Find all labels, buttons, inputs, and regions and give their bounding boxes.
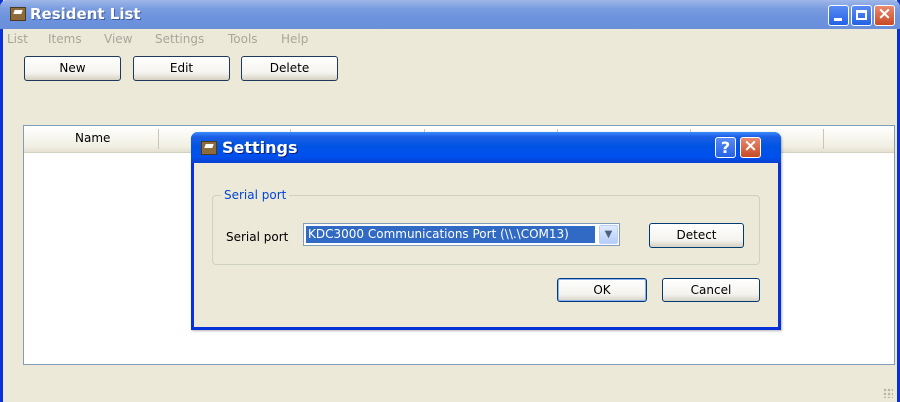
main-title-bar[interactable]: Resident List ×: [0, 0, 900, 29]
maximize-button[interactable]: [851, 5, 872, 26]
serial-port-group: Serial port Serial port KDC3000 Communic…: [212, 188, 760, 265]
menu-help[interactable]: Help: [281, 32, 308, 46]
detect-button[interactable]: Detect: [649, 223, 744, 248]
column-header-name[interactable]: Name: [75, 131, 110, 145]
close-icon: ×: [743, 136, 758, 156]
menu-settings[interactable]: Settings: [155, 32, 204, 46]
delete-button[interactable]: Delete: [241, 56, 338, 81]
app-icon: [10, 7, 26, 21]
column-separator[interactable]: [823, 129, 824, 149]
new-button[interactable]: New: [24, 56, 121, 81]
column-separator[interactable]: [158, 129, 159, 149]
dialog-title: Settings: [222, 138, 298, 157]
settings-dialog: Settings ? × Serial port Serial port KDC…: [191, 132, 781, 330]
menu-view[interactable]: View: [104, 32, 132, 46]
resize-grip[interactable]: [883, 388, 893, 398]
chevron-down-icon[interactable]: ▼: [599, 225, 618, 244]
maximize-icon: [856, 10, 867, 20]
cancel-button[interactable]: Cancel: [662, 278, 760, 302]
group-title: Serial port: [221, 188, 290, 202]
ok-button[interactable]: OK: [557, 278, 647, 302]
close-icon: ×: [877, 4, 892, 24]
help-button[interactable]: ?: [715, 137, 736, 158]
menu-list[interactable]: List: [7, 32, 28, 46]
minimize-button[interactable]: [828, 5, 849, 26]
minimize-icon: [834, 18, 842, 21]
edit-button[interactable]: Edit: [133, 56, 230, 81]
help-icon: ?: [720, 138, 731, 157]
close-button[interactable]: ×: [874, 4, 895, 26]
app-icon: [201, 141, 217, 155]
serial-port-value: KDC3000 Communications Port (\\.\COM13): [306, 226, 595, 243]
serial-port-label: Serial port: [226, 230, 289, 244]
dialog-close-button[interactable]: ×: [740, 136, 761, 158]
dialog-title-bar[interactable]: Settings ? ×: [191, 132, 781, 163]
menu-tools[interactable]: Tools: [228, 32, 258, 46]
window-title: Resident List: [30, 5, 141, 23]
serial-port-select[interactable]: KDC3000 Communications Port (\\.\COM13) …: [303, 223, 620, 246]
menu-items[interactable]: Items: [48, 32, 82, 46]
